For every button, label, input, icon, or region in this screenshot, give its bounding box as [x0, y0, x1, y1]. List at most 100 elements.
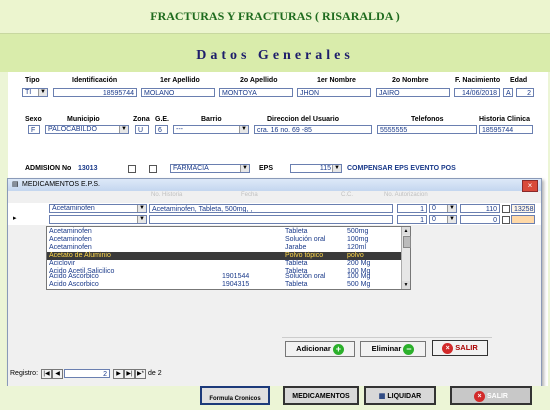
new-cantidad2-select[interactable]: 0 ▼: [429, 215, 457, 224]
record-current-field[interactable]: 2: [64, 369, 110, 378]
item-code: 1904315: [222, 281, 250, 288]
total-field[interactable]: 13258: [511, 204, 535, 213]
item-form: Tableta: [285, 260, 308, 267]
chevron-down-icon[interactable]: ▼: [447, 205, 456, 212]
eps-code-select[interactable]: 115 ▼: [290, 164, 342, 173]
eliminar-button[interactable]: Eliminar −: [360, 341, 426, 357]
label-1er-apellido: 1er Apellido: [160, 77, 200, 84]
item-name: Acetato de Aluminio: [49, 252, 111, 259]
medicamento-select[interactable]: Acetaminofen ▼: [49, 204, 147, 213]
chevron-down-icon[interactable]: ▼: [137, 216, 146, 223]
row-checkbox[interactable]: [502, 205, 510, 213]
label-direccion: Direccion del Usuario: [267, 116, 339, 123]
scroll-thumb[interactable]: [403, 236, 411, 248]
dialog-title: MEDICAMENTOS E.P.S.: [22, 181, 100, 188]
label-1er-nombre: 1er Nombre: [317, 77, 356, 84]
list-item[interactable]: Acetaminofen Tableta 500mg: [47, 228, 402, 236]
adicionar-button[interactable]: Adicionar +: [285, 341, 355, 357]
label-edad: Edad: [510, 77, 528, 84]
last-record-icon[interactable]: ▶|: [124, 369, 135, 379]
label-historia-clinica: Historia Clinica: [479, 116, 530, 123]
admision-checkbox-1[interactable]: [128, 165, 136, 173]
prev-record-icon[interactable]: ◀: [52, 369, 63, 379]
1er-nombre-field[interactable]: JHON: [297, 88, 371, 97]
item-code: 1901544: [222, 273, 250, 280]
edad-unit-field[interactable]: A: [503, 88, 513, 97]
next-record-icon[interactable]: ▶: [113, 369, 124, 379]
edad-field[interactable]: 2: [516, 88, 534, 97]
chevron-down-icon[interactable]: ▼: [239, 126, 248, 133]
new-row-pointer-icon: ▸: [13, 215, 17, 222]
faded-header-historia: No. Historia: [151, 192, 183, 198]
liquidar-button[interactable]: ▦ LIQUIDAR: [364, 386, 436, 405]
valor-field[interactable]: 110: [460, 204, 500, 213]
2o-apellido-field[interactable]: MONTOYA: [219, 88, 293, 97]
1er-apellido-field[interactable]: MOLANO: [141, 88, 215, 97]
salir-main-label: SALIR: [486, 393, 508, 400]
new-row: ▸ ▼ 1 0 ▼ 0: [8, 214, 541, 225]
municipio-select[interactable]: PALOCABILDO ▼: [45, 125, 129, 134]
cantidad2-value: 0: [432, 205, 436, 212]
adicionar-label: Adicionar: [296, 344, 331, 353]
cantidad2-select[interactable]: 0 ▼: [429, 204, 457, 213]
list-item[interactable]: Acido Ascorbico 1904315 Tableta 500 Mg: [47, 281, 402, 289]
list-item[interactable]: Acetaminofen Solución oral 100mg: [47, 236, 402, 244]
chevron-down-icon[interactable]: ▼: [240, 165, 249, 172]
item-name: Acetaminofen: [49, 236, 92, 243]
tipo-select[interactable]: TI ▼: [22, 88, 48, 97]
chevron-down-icon[interactable]: ▼: [38, 89, 47, 96]
label-identificacion: Identificación: [72, 77, 118, 84]
list-item[interactable]: Acetaminofen Jarabe 120ml: [47, 244, 402, 252]
new-total-field[interactable]: [511, 215, 535, 224]
new-row-checkbox[interactable]: [502, 216, 510, 224]
zona-field[interactable]: U: [135, 125, 149, 134]
scroll-up-icon[interactable]: ▲: [402, 227, 410, 235]
faded-header-autorizacion: No. Autorizacion: [384, 192, 428, 198]
new-medicamento-select[interactable]: ▼: [49, 215, 147, 224]
new-cantidad-field[interactable]: 1: [397, 215, 427, 224]
barrio-select[interactable]: --- ▼: [173, 125, 249, 134]
identificacion-field[interactable]: 18595744: [53, 88, 137, 97]
list-item-selected[interactable]: Acetato de Aluminio Polvo tópico polvo: [47, 252, 402, 260]
new-record-icon[interactable]: ▶*: [135, 369, 146, 379]
telefonos-field[interactable]: 5555555: [377, 125, 477, 134]
admision-checkbox-2[interactable]: [149, 165, 157, 173]
chevron-down-icon[interactable]: ▼: [119, 126, 128, 133]
medicamentos-button[interactable]: MEDICAMENTOS: [283, 386, 359, 405]
close-icon[interactable]: ×: [522, 180, 538, 192]
liquidar-label: LIQUIDAR: [387, 393, 422, 400]
formula-cronicos-button[interactable]: Formula Cronicos: [200, 386, 270, 405]
historia-clinica-field[interactable]: 18595744: [479, 125, 533, 134]
chevron-down-icon[interactable]: ▼: [447, 216, 456, 223]
chevron-down-icon[interactable]: ▼: [137, 205, 146, 212]
new-valor-field[interactable]: 0: [460, 215, 500, 224]
sexo-field[interactable]: F: [28, 125, 40, 134]
descripcion-field[interactable]: Acetaminofen, Tableta, 500mg, ,: [149, 204, 393, 213]
chevron-down-icon[interactable]: ▼: [332, 165, 341, 172]
medicamento-dropdown-list[interactable]: Acetaminofen Tableta 500mg Acetaminofen Sol…: [46, 226, 411, 290]
list-item[interactable]: Aciclovir Tableta 200 Mg: [47, 260, 402, 268]
new-cantidad2-value: 0: [432, 216, 436, 223]
minus-icon: −: [403, 343, 415, 355]
cantidad-field[interactable]: 1: [397, 204, 427, 213]
item-form: Jarabe: [285, 244, 307, 251]
direccion-field[interactable]: cra. 16 no. 69 -85: [254, 125, 372, 134]
scroll-down-icon[interactable]: ▼: [402, 281, 410, 289]
new-descripcion-field[interactable]: [149, 215, 393, 224]
bottom-toolbar: Formula Cronicos MEDICAMENTOS ▦ LIQUIDAR…: [0, 386, 550, 407]
list-item[interactable]: Acido Ascorbico 1901544 Solución oral 100 M…: [47, 273, 402, 281]
ge-field[interactable]: 6: [155, 125, 168, 134]
dialog-title-bar: ▤ MEDICAMENTOS E.P.S.: [8, 179, 541, 191]
current-row: Acetaminofen ▼ Acetaminofen, Tableta, 500…: [8, 203, 541, 214]
first-record-icon[interactable]: |◀: [41, 369, 52, 379]
label-2o-apellido: 2o Apellido: [240, 77, 278, 84]
salir-dialog-button[interactable]: × SALIR: [432, 340, 488, 356]
label-telefonos: Telefonos: [411, 116, 444, 123]
label-tipo: Tipo: [25, 77, 40, 84]
salir-main-button[interactable]: × SALIR: [450, 386, 532, 405]
list-scrollbar[interactable]: ▲ ▼: [401, 227, 411, 289]
label-sexo: Sexo: [25, 116, 42, 123]
servicio-select[interactable]: FARMACIA ▼: [170, 164, 250, 173]
2o-nombre-field[interactable]: JAIRO: [376, 88, 450, 97]
fecha-nacimiento-field[interactable]: 14/06/2018: [454, 88, 500, 97]
